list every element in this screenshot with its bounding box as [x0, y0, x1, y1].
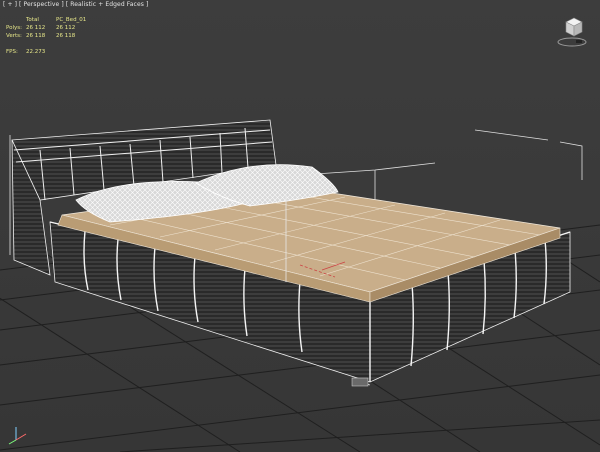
statistics-overlay: Total PC_Bed_01 Polys: 26 112 26 112 Ver… — [6, 16, 96, 56]
stats-spacer — [6, 16, 26, 24]
viewport-menu-plus[interactable]: [ + ] — [3, 1, 17, 8]
stats-header-total: Total — [26, 17, 39, 23]
stats-fps-label: FPS: — [6, 49, 18, 55]
viewcube-icon[interactable] — [556, 14, 588, 48]
viewport-menu-perspective[interactable]: [ Perspective ] — [19, 1, 64, 8]
scene-render — [0, 119, 600, 452]
stats-polys-selection: 26 112 — [56, 25, 76, 31]
stats-header-selection: PC_Bed_01 — [56, 17, 87, 23]
viewport-label[interactable]: [ + ] [ Perspective ] [ Realistic + Edge… — [3, 1, 148, 8]
stats-fps-value: 22.273 — [26, 49, 46, 55]
axis-tripod-icon — [8, 427, 27, 445]
perspective-viewport[interactable]: [ + ] [ Perspective ] [ Realistic + Edge… — [0, 0, 600, 452]
stats-polys-label: Polys: — [6, 25, 22, 31]
stats-verts-total: 26 118 — [26, 33, 46, 39]
stats-polys-total: 26 112 — [26, 25, 46, 31]
viewport-menu-shading[interactable]: [ Realistic + Edged Faces ] — [66, 1, 149, 8]
stats-verts-selection: 26 118 — [56, 33, 76, 39]
stats-verts-label: Verts: — [6, 33, 22, 39]
